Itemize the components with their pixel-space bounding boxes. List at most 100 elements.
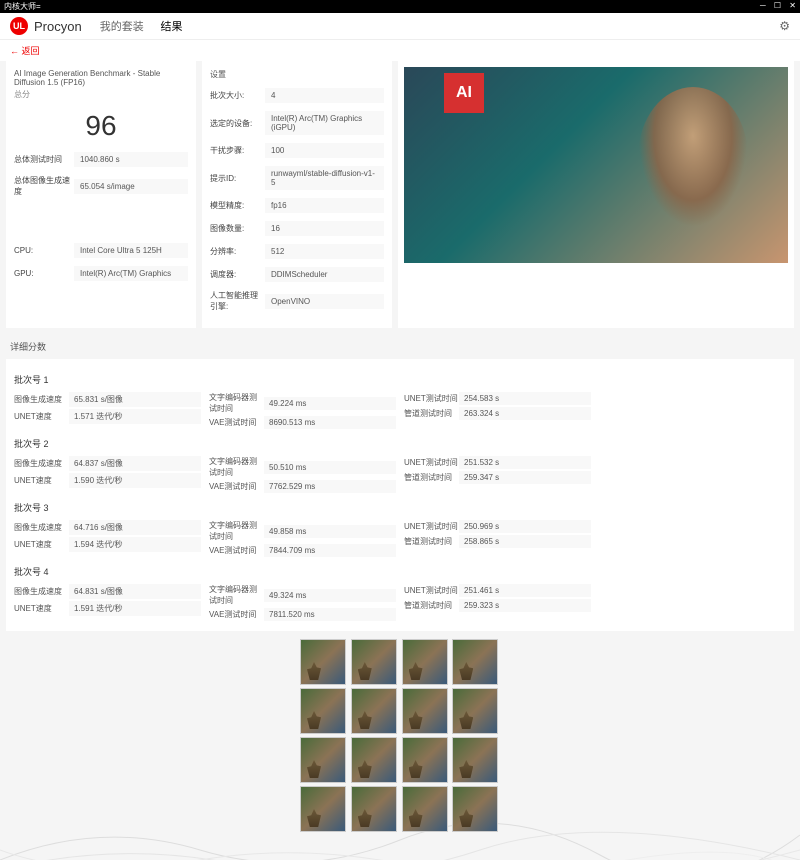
benchmark-title: AI Image Generation Benchmark - Stable D… [14, 69, 188, 87]
metric-value: 1.591 迭代/秒 [69, 601, 201, 616]
setting-label: 提示ID: [210, 173, 265, 184]
metric-label: UNET速度 [14, 411, 69, 422]
hero-panel: AI [398, 61, 794, 328]
window-titlebar: 内核大师= ─ ☐ ✕ [0, 0, 800, 13]
metric-label: 文字编码器测试时间 [209, 520, 264, 542]
thumbnail-grid [300, 639, 500, 832]
metric-label: UNET速度 [14, 539, 69, 550]
metric-value: 64.831 s/图像 [69, 584, 201, 599]
setting-value: DDIMScheduler [265, 267, 384, 282]
generated-thumbnail[interactable] [351, 639, 397, 685]
metric-label: 文字编码器测试时间 [209, 584, 264, 606]
details-section-title: 详细分数 [0, 334, 800, 359]
generated-thumbnail[interactable] [452, 639, 498, 685]
batch-title: 批次号 3 [14, 501, 786, 514]
metric-label: 文字编码器测试时间 [209, 456, 264, 478]
ul-logo-icon: UL [10, 17, 28, 35]
metric-label: 图像生成速度 [14, 458, 69, 469]
img-speed-value: 65.054 s/image [74, 179, 188, 194]
close-button[interactable]: ✕ [789, 1, 796, 10]
maximize-button[interactable]: ☐ [774, 1, 781, 10]
generated-thumbnail[interactable] [300, 688, 346, 734]
generated-thumbnail[interactable] [300, 639, 346, 685]
metric-value: 251.532 s [459, 456, 591, 469]
generated-thumbnail[interactable] [300, 737, 346, 783]
gear-icon[interactable]: ⚙ [779, 19, 790, 33]
setting-label: 调度器: [210, 269, 265, 280]
metric-value: 1.571 迭代/秒 [69, 409, 201, 424]
metric-label: UNET速度 [14, 603, 69, 614]
setting-value: OpenVINO [265, 294, 384, 309]
cpu-value: Intel Core Ultra 5 125H [74, 243, 188, 258]
settings-title: 设置 [210, 69, 384, 80]
metric-label: 管道测试时间 [404, 536, 459, 547]
metric-value: 250.969 s [459, 520, 591, 533]
metric-value: 7811.520 ms [264, 608, 396, 621]
ai-badge-icon: AI [444, 73, 484, 113]
tab-my-suite[interactable]: 我的套装 [100, 21, 144, 33]
generated-thumbnail[interactable] [351, 737, 397, 783]
metric-label: 管道测试时间 [404, 600, 459, 611]
settings-panel: 设置 批次大小:4选定的设备:Intel(R) Arc(TM) Graphics… [202, 61, 392, 328]
metric-value: 263.324 s [459, 407, 591, 420]
generated-thumbnail[interactable] [402, 737, 448, 783]
metric-label: 管道测试时间 [404, 408, 459, 419]
generated-thumbnail[interactable] [452, 737, 498, 783]
generated-thumbnail[interactable] [402, 639, 448, 685]
hero-image: AI [402, 65, 790, 265]
metric-value: 64.716 s/图像 [69, 520, 201, 535]
batch-title: 批次号 4 [14, 565, 786, 578]
metric-value: 259.323 s [459, 599, 591, 612]
tab-results[interactable]: 结果 [160, 21, 182, 33]
setting-value: 4 [265, 88, 384, 103]
minimize-button[interactable]: ─ [760, 1, 766, 10]
batch-title: 批次号 1 [14, 373, 786, 386]
generated-thumbnail[interactable] [351, 786, 397, 832]
setting-label: 模型精度: [210, 200, 265, 211]
metric-value: 1.590 迭代/秒 [69, 473, 201, 488]
app-header: UL Procyon 我的套装 结果 ⚙ [0, 13, 800, 40]
generated-thumbnail[interactable] [402, 786, 448, 832]
metric-label: UNET测试时间 [404, 457, 459, 468]
score-panel: AI Image Generation Benchmark - Stable D… [6, 61, 196, 328]
generated-thumbnail[interactable] [452, 688, 498, 734]
setting-label: 批次大小: [210, 90, 265, 101]
gpu-value: Intel(R) Arc(TM) Graphics [74, 266, 188, 281]
metric-label: 图像生成速度 [14, 522, 69, 533]
metric-label: 文字编码器测试时间 [209, 392, 264, 414]
total-time-value: 1040.860 s [74, 152, 188, 167]
cpu-label: CPU: [14, 246, 74, 255]
metric-value: 8690.513 ms [264, 416, 396, 429]
metric-label: 图像生成速度 [14, 394, 69, 405]
metric-label: VAE测试时间 [209, 545, 264, 556]
back-link[interactable]: ← 返回 [0, 40, 800, 61]
details-panel: 批次号 1 图像生成速度65.831 s/图像 UNET速度1.571 迭代/秒… [6, 359, 794, 631]
setting-label: 人工智能推理引擎: [210, 290, 265, 312]
metric-value: 259.347 s [459, 471, 591, 484]
metric-label: VAE测试时间 [209, 481, 264, 492]
metric-label: UNET速度 [14, 475, 69, 486]
metric-value: 49.224 ms [264, 397, 396, 410]
metric-value: 7844.709 ms [264, 544, 396, 557]
metric-label: UNET测试时间 [404, 393, 459, 404]
metric-label: VAE测试时间 [209, 609, 264, 620]
setting-value: runwayml/stable-diffusion-v1-5 [265, 166, 384, 190]
setting-label: 图像数量: [210, 223, 265, 234]
metric-label: UNET测试时间 [404, 521, 459, 532]
metric-label: 管道测试时间 [404, 472, 459, 483]
metric-value: 65.831 s/图像 [69, 392, 201, 407]
generated-thumbnail[interactable] [300, 786, 346, 832]
generated-thumbnail[interactable] [351, 688, 397, 734]
score-label: 总分 [14, 89, 188, 100]
hero-face-graphic [638, 87, 748, 227]
metric-value: 258.865 s [459, 535, 591, 548]
generated-thumbnail[interactable] [452, 786, 498, 832]
generated-thumbnail[interactable] [402, 688, 448, 734]
setting-value: 512 [265, 244, 384, 259]
metric-label: UNET测试时间 [404, 585, 459, 596]
metric-value: 49.324 ms [264, 589, 396, 602]
window-controls: ─ ☐ ✕ [754, 1, 796, 12]
window-title: 内核大师= [4, 1, 41, 12]
nav-tabs: 我的套装 结果 [100, 18, 197, 34]
setting-label: 选定的设备: [210, 118, 265, 129]
